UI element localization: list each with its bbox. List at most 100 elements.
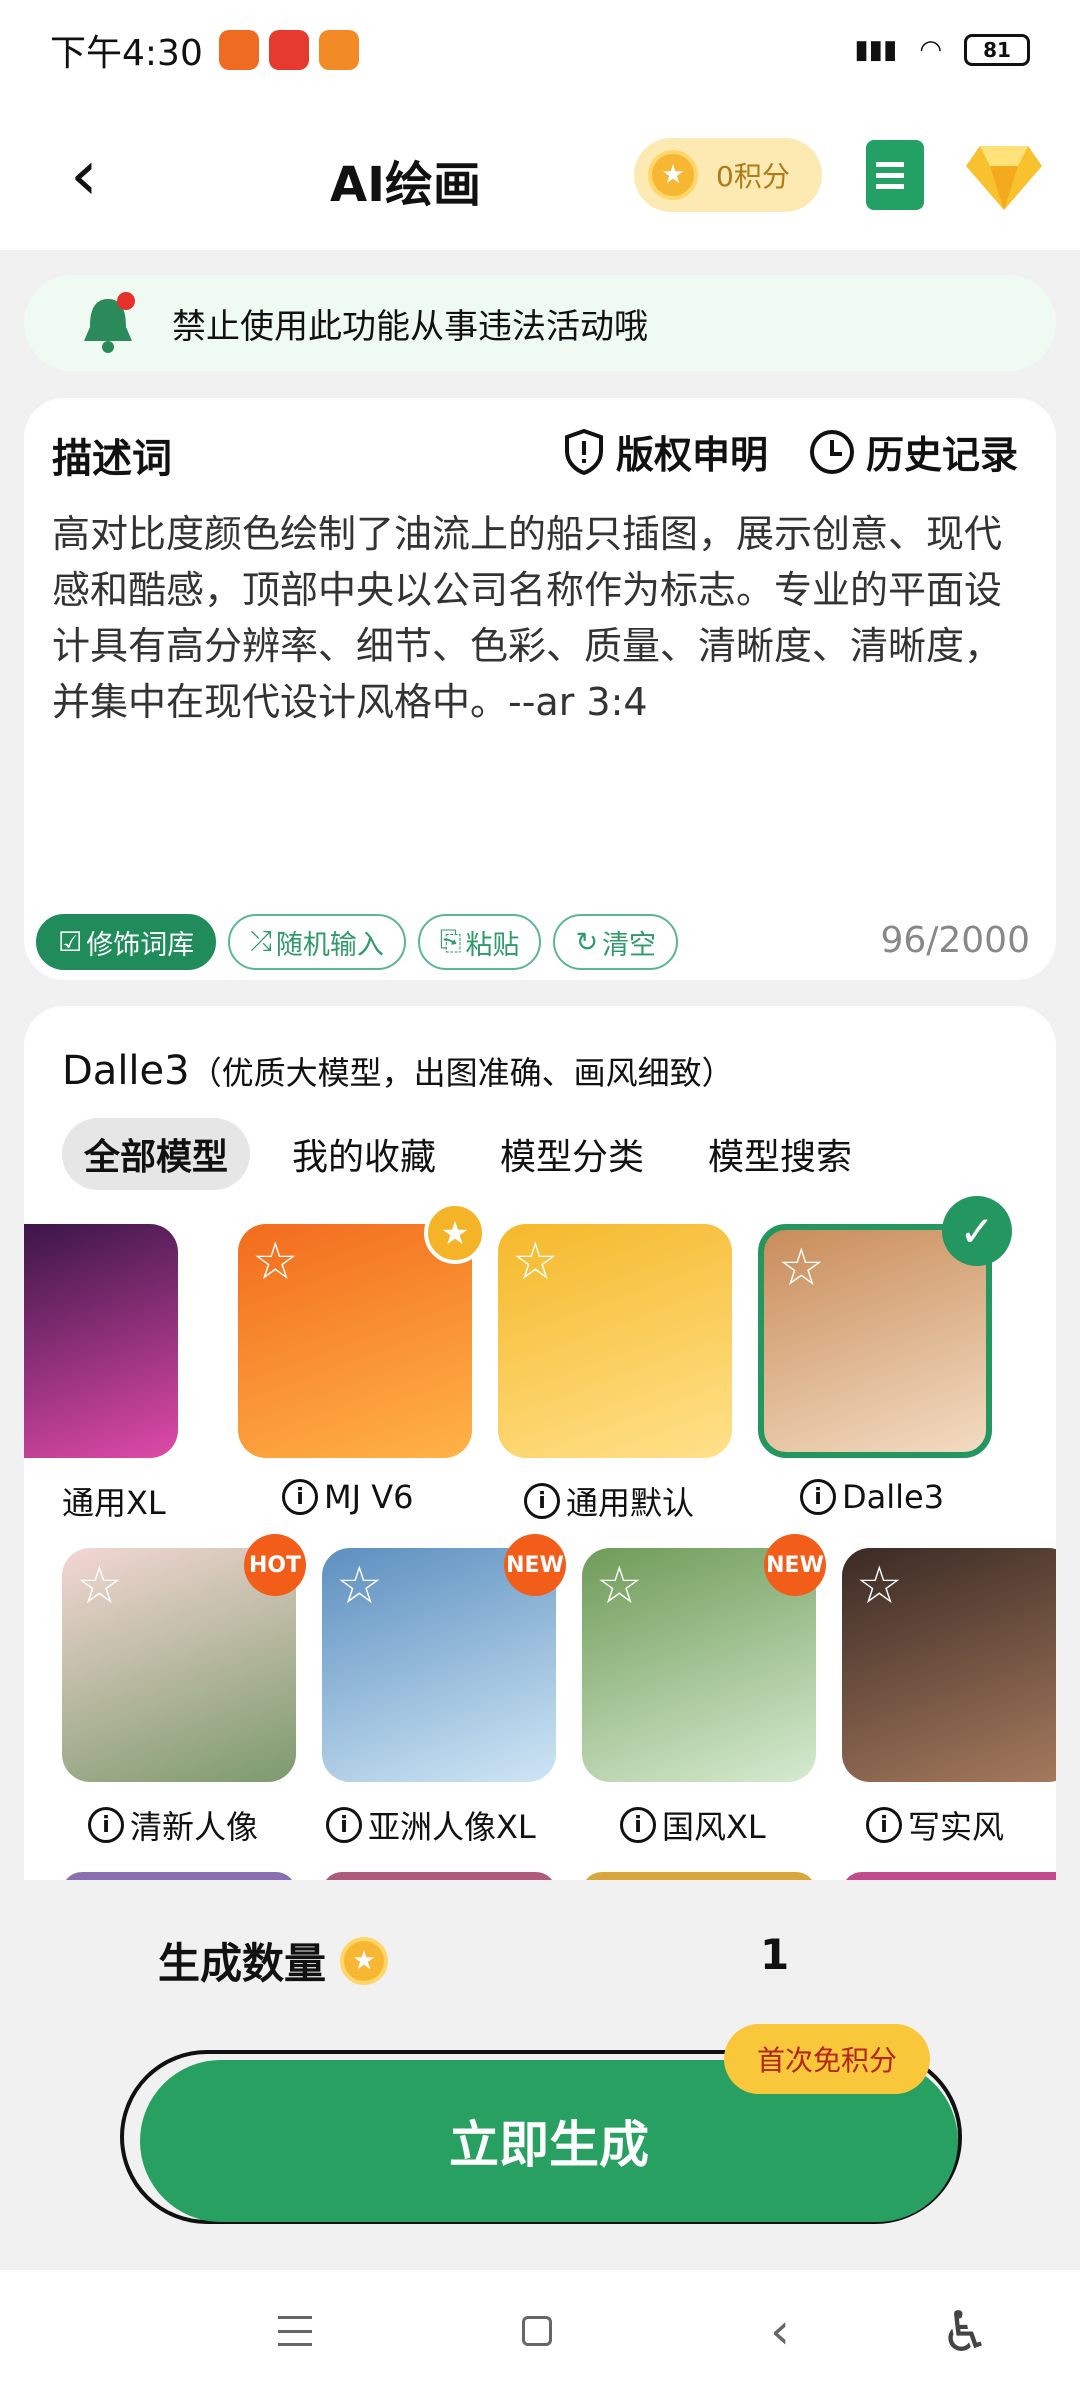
paste-icon: ⎘ bbox=[439, 926, 462, 957]
prompt-label: 描述词 bbox=[52, 436, 172, 482]
info-icon[interactable]: i bbox=[326, 1807, 362, 1843]
star-icon[interactable]: ☆ bbox=[778, 1242, 825, 1294]
shuffle-icon: ⤮ bbox=[250, 926, 272, 957]
app-header: ‹ AI绘画 ★ 0积分 bbox=[0, 100, 1080, 250]
info-icon[interactable]: i bbox=[800, 1479, 836, 1515]
model-caption-text: 亚洲人像XL bbox=[368, 1808, 536, 1846]
free-badge: 首次免积分 bbox=[724, 2024, 930, 2094]
nav-back-icon[interactable]: ‹ bbox=[770, 2302, 790, 2360]
star-icon[interactable]: ☆ bbox=[336, 1560, 383, 1612]
model-caption-text: 通用XL bbox=[62, 1484, 166, 1522]
chip-label: 清空 bbox=[602, 929, 657, 961]
model-caption-text: 清新人像 bbox=[130, 1808, 259, 1846]
model-caption-text: MJ V6 bbox=[324, 1478, 414, 1516]
model-tile[interactable]: ☆ bbox=[498, 1224, 732, 1458]
info-icon[interactable]: i bbox=[866, 1807, 902, 1843]
document-icon[interactable] bbox=[866, 140, 924, 210]
model-tile[interactable]: ☆ bbox=[238, 1224, 472, 1458]
model-card: Dalle3（优质大模型，出图准确、画风细致） 全部模型 我的收藏 模型分类 模… bbox=[24, 1006, 1056, 1880]
coin-icon: ★ bbox=[340, 1936, 389, 1985]
selected-model-title: Dalle3（优质大模型，出图准确、画风细致） bbox=[62, 1048, 734, 1094]
star-icon[interactable]: ☆ bbox=[512, 1236, 559, 1288]
notification-icons bbox=[218, 30, 359, 70]
model-tile[interactable] bbox=[62, 1872, 296, 1880]
system-navbar: ‹ ♿ bbox=[0, 2270, 1080, 2400]
accessibility-icon[interactable]: ♿ bbox=[940, 2300, 990, 2365]
model-tile[interactable] bbox=[322, 1872, 556, 1880]
back-icon[interactable]: ‹ bbox=[70, 140, 130, 210]
notice-text: 禁止使用此功能从事违法活动哦 bbox=[172, 306, 648, 347]
points-pill[interactable]: ★ 0积分 bbox=[634, 138, 822, 212]
model-caption-text: 通用默认 bbox=[566, 1484, 695, 1522]
menu-icon[interactable] bbox=[278, 2316, 312, 2346]
model-caption[interactable]: i 亚洲人像XL bbox=[326, 1802, 536, 1848]
notice-banner: 禁止使用此功能从事违法活动哦 bbox=[24, 275, 1056, 371]
model-caption-text: 国风XL bbox=[662, 1808, 766, 1846]
chip-label: 粘贴 bbox=[465, 929, 520, 961]
model-caption-text: 写实风 bbox=[908, 1808, 1005, 1846]
quantity-row: 生成数量 ★ bbox=[158, 1930, 389, 1991]
model-caption-text: Dalle3 bbox=[842, 1478, 945, 1516]
bell-icon bbox=[84, 292, 135, 353]
model-caption[interactable]: i 写实风 bbox=[866, 1802, 1004, 1848]
wifi-icon: ◠ bbox=[919, 35, 942, 65]
tab-categories[interactable]: 模型分类 bbox=[478, 1118, 666, 1190]
new-badge: NEW bbox=[504, 1534, 566, 1596]
diamond-icon[interactable] bbox=[966, 144, 1042, 210]
model-caption[interactable]: i 清新人像 bbox=[88, 1802, 258, 1848]
coin-icon: ★ bbox=[648, 150, 698, 200]
shield-icon bbox=[565, 428, 603, 475]
clear-chip[interactable]: ↻ 清空 bbox=[553, 914, 679, 970]
status-bar: 下午4:30 ▮▮▮ ◠ 81 bbox=[0, 0, 1080, 100]
model-caption[interactable]: i MJ V6 bbox=[282, 1478, 413, 1516]
favorite-badge-icon: ★ bbox=[424, 1202, 486, 1264]
model-tile[interactable] bbox=[582, 1872, 816, 1880]
modifier-library-chip[interactable]: ☑ 修饰词库 bbox=[36, 914, 217, 970]
model-name: Dalle3 bbox=[62, 1048, 190, 1094]
model-tile[interactable] bbox=[842, 1872, 1056, 1880]
copyright-button[interactable]: 版权申明 bbox=[564, 424, 768, 479]
history-label: 历史记录 bbox=[866, 433, 1019, 477]
copyright-label: 版权申明 bbox=[616, 433, 769, 477]
quantity-value[interactable]: 1 bbox=[760, 1930, 789, 1979]
page-title: AI绘画 bbox=[330, 157, 482, 213]
app-notification-icon bbox=[218, 30, 259, 70]
prompt-card: 描述词 版权申明 历史记录 高对比度颜色绘制了油流上的船只插图，展示创意、现代感… bbox=[24, 398, 1056, 980]
info-icon[interactable]: i bbox=[88, 1807, 124, 1843]
history-button[interactable]: 历史记录 bbox=[810, 424, 1018, 479]
chip-label: 修饰词库 bbox=[86, 929, 195, 961]
model-caption[interactable]: i 国风XL bbox=[620, 1802, 766, 1848]
model-caption[interactable]: i Dalle3 bbox=[800, 1478, 944, 1516]
char-counter: 96/2000 bbox=[880, 920, 1030, 961]
model-tile[interactable] bbox=[24, 1224, 178, 1458]
edit-icon: ☑ bbox=[58, 926, 83, 958]
model-caption[interactable]: i 通用默认 bbox=[524, 1478, 694, 1524]
model-tile[interactable]: ☆ bbox=[842, 1548, 1056, 1782]
signal-icon: ▮▮▮ bbox=[854, 35, 898, 65]
status-time: 下午4:30 bbox=[50, 33, 203, 74]
tab-favorites[interactable]: 我的收藏 bbox=[270, 1118, 458, 1190]
app-notification-icon bbox=[318, 30, 359, 70]
model-caption[interactable]: 通用XL bbox=[62, 1478, 166, 1524]
star-icon[interactable]: ☆ bbox=[76, 1560, 123, 1612]
model-subtitle: （优质大模型，出图准确、画风细致） bbox=[189, 1054, 734, 1092]
app-notification-icon bbox=[268, 30, 309, 70]
hot-badge: HOT bbox=[244, 1534, 306, 1596]
info-icon[interactable]: i bbox=[524, 1483, 560, 1519]
random-input-chip[interactable]: ⤮ 随机输入 bbox=[228, 914, 406, 970]
star-icon[interactable]: ☆ bbox=[856, 1560, 903, 1612]
battery-icon: 81 bbox=[964, 34, 1030, 66]
prompt-textarea[interactable]: 高对比度颜色绘制了油流上的船只插图，展示创意、现代感和酷感，顶部中央以公司名称作… bbox=[52, 506, 1032, 730]
paste-chip[interactable]: ⎘ 粘贴 bbox=[417, 914, 542, 970]
home-icon[interactable] bbox=[522, 2316, 552, 2346]
quantity-label: 生成数量 bbox=[158, 1939, 327, 1988]
tab-all-models[interactable]: 全部模型 bbox=[62, 1118, 251, 1190]
new-badge: NEW bbox=[764, 1534, 826, 1596]
info-icon[interactable]: i bbox=[620, 1807, 656, 1843]
info-icon[interactable]: i bbox=[282, 1479, 318, 1515]
points-label: 0积分 bbox=[716, 160, 790, 193]
tab-search[interactable]: 模型搜索 bbox=[686, 1118, 874, 1190]
chip-label: 随机输入 bbox=[275, 929, 384, 961]
star-icon[interactable]: ☆ bbox=[252, 1236, 299, 1288]
star-icon[interactable]: ☆ bbox=[596, 1560, 643, 1612]
